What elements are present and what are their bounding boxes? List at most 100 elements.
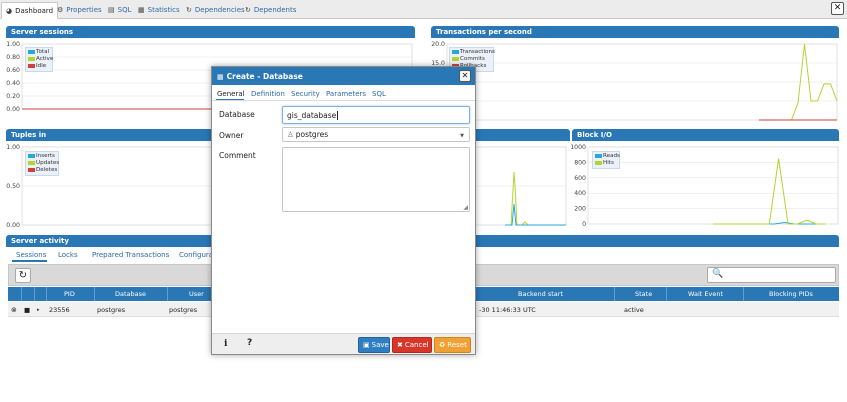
- tab-label: Dependencies: [194, 6, 245, 14]
- close-icon: ✕: [833, 3, 842, 13]
- column-header-blocking-pids[interactable]: Blocking PIDs: [769, 290, 813, 298]
- tab-sql[interactable]: ▤ SQL: [104, 2, 135, 19]
- dialog-tab-sql[interactable]: SQL: [372, 90, 386, 98]
- tab-label: SQL: [117, 6, 132, 14]
- owner-select[interactable]: ♙ postgres ▼: [282, 127, 470, 142]
- sessions-legend: Total Active Idle: [25, 47, 53, 72]
- tab-statistics[interactable]: ▦ Statistics: [134, 2, 184, 19]
- tab-dependents[interactable]: ↻ Dependents: [241, 2, 300, 19]
- legend-swatch: [452, 56, 459, 61]
- dashboard-icon: ◕: [6, 7, 13, 15]
- dialog-tab-divider: [212, 100, 475, 101]
- column-divider: [94, 287, 95, 301]
- y-tick-label: 0.00: [6, 222, 20, 229]
- column-header-user[interactable]: User: [189, 290, 204, 298]
- dialog-tab-general[interactable]: General: [217, 90, 245, 98]
- legend-item: Total: [28, 49, 50, 56]
- statistics-icon: ▦: [138, 6, 145, 14]
- help-button[interactable]: ?: [247, 338, 252, 348]
- legend-swatch: [28, 63, 35, 68]
- y-tick-label: 600: [574, 175, 586, 182]
- top-tab-bar: ◕ Dashboard ⚙ Properties ▤ SQL ▦ Statistics …: [0, 0, 847, 19]
- close-panel-button[interactable]: ✕: [831, 2, 844, 15]
- legend-swatch: [28, 153, 35, 158]
- subtab-sessions[interactable]: Sessions: [16, 251, 46, 259]
- y-tick-label: 0.40: [6, 80, 20, 87]
- save-button[interactable]: ▣ Save: [358, 337, 390, 353]
- dialog-title-bar[interactable]: ▦ Create - Database ✕: [212, 67, 475, 85]
- activity-search-input[interactable]: 🔍: [707, 267, 836, 283]
- expand-row-icon[interactable]: ▸: [37, 307, 40, 313]
- column-header-wait-event[interactable]: Wait Event: [688, 290, 723, 298]
- active-subtab-indicator: [12, 260, 47, 262]
- reset-label: Reset: [447, 341, 467, 349]
- column-header-backend-start[interactable]: Backend start: [518, 290, 563, 298]
- dialog-tab-parameters[interactable]: Parameters: [326, 90, 366, 98]
- tab-label: Dashboard: [15, 7, 54, 15]
- tab-dashboard[interactable]: ◕ Dashboard: [1, 2, 59, 19]
- comment-label: Comment: [219, 151, 256, 160]
- tab-label: Properties: [66, 6, 102, 14]
- properties-icon: ⚙: [57, 6, 64, 14]
- terminate-session-icon[interactable]: ⊗: [11, 306, 17, 314]
- column-divider: [666, 287, 667, 301]
- legend-label: Updates: [36, 160, 60, 166]
- y-tick-label: 1.00: [6, 144, 20, 151]
- database-name-input[interactable]: gis_database: [282, 106, 470, 124]
- subtab-configuration[interactable]: Configura: [179, 251, 213, 259]
- column-header-state[interactable]: State: [635, 290, 652, 298]
- column-header-database[interactable]: Database: [115, 290, 146, 298]
- database-icon: ▦: [217, 73, 224, 81]
- dialog-close-button[interactable]: ✕: [459, 70, 471, 82]
- cancel-query-icon[interactable]: ■: [24, 306, 30, 314]
- legend-item: Commits: [452, 56, 491, 63]
- cancel-button[interactable]: ✖ Cancel: [392, 337, 432, 353]
- y-tick-label: 0: [582, 221, 586, 228]
- dialog-tab-definition[interactable]: Definition: [251, 90, 285, 98]
- column-divider: [21, 287, 22, 301]
- column-divider: [167, 287, 168, 301]
- tab-dependencies[interactable]: ↻ Dependencies: [182, 2, 249, 19]
- info-button[interactable]: i: [224, 339, 227, 349]
- comment-textarea[interactable]: ◢: [282, 147, 470, 212]
- legend-label: Commits: [460, 56, 485, 62]
- recycle-icon: ♻: [439, 341, 446, 349]
- cell-user: postgres: [169, 306, 198, 314]
- subtab-locks[interactable]: Locks: [58, 251, 78, 259]
- owner-label: Owner: [219, 131, 244, 140]
- legend-label: Hits: [603, 160, 614, 166]
- plot-area: [587, 146, 839, 225]
- legend-label: Transactions: [460, 49, 495, 55]
- resize-grip-icon[interactable]: ◢: [463, 204, 468, 211]
- save-icon: ▣: [363, 341, 370, 349]
- y-tick-label: 0.80: [6, 54, 20, 61]
- legend-swatch: [28, 49, 35, 54]
- tab-label: Dependents: [253, 6, 297, 14]
- legend-swatch: [595, 153, 602, 158]
- y-tick-label: 1000: [570, 144, 586, 151]
- tuples-legend: Inserts Updates Deletes: [25, 151, 59, 176]
- legend-label: Deletes: [36, 167, 58, 173]
- y-tick-label: 400: [574, 190, 586, 197]
- user-icon: ♙: [287, 130, 294, 139]
- legend-swatch: [28, 160, 35, 165]
- info-icon: i: [224, 339, 228, 349]
- legend-swatch: [452, 49, 459, 54]
- legend-item: Inserts: [28, 153, 56, 160]
- column-header-pid[interactable]: PID: [64, 290, 75, 298]
- y-tick-label: 0.60: [6, 67, 20, 74]
- dialog-tab-security[interactable]: Security: [291, 90, 320, 98]
- y-tick-label: 0.20: [6, 93, 20, 100]
- column-divider: [34, 287, 35, 301]
- refresh-button[interactable]: ↻: [15, 268, 31, 283]
- legend-swatch: [595, 160, 602, 165]
- legend-item: Updates: [28, 160, 60, 167]
- tab-properties[interactable]: ⚙ Properties: [53, 2, 106, 19]
- active-tab-indicator: [216, 99, 244, 100]
- legend-label: Reads: [603, 153, 620, 159]
- cancel-label: Cancel: [404, 341, 429, 349]
- legend-label: Inserts: [36, 153, 55, 159]
- y-tick-label: 20.0: [431, 41, 445, 48]
- subtab-prepared-transactions[interactable]: Prepared Transactions: [92, 251, 169, 259]
- reset-button[interactable]: ♻ Reset: [434, 337, 471, 353]
